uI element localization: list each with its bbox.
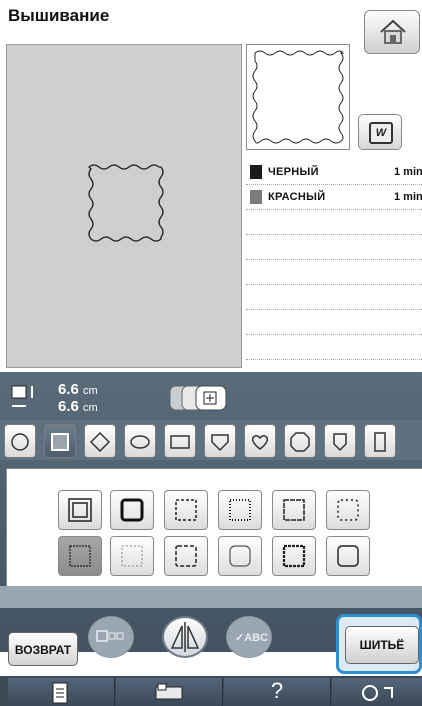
array-icon bbox=[96, 630, 124, 642]
rounded-frame-icon bbox=[229, 545, 251, 567]
stitch-pattern-3[interactable] bbox=[164, 490, 208, 530]
satin-frame-icon bbox=[282, 544, 306, 568]
bumpy-frame-icon bbox=[229, 499, 251, 521]
home-icon bbox=[380, 19, 406, 44]
tab-machine[interactable] bbox=[116, 678, 223, 706]
shape-oval-button[interactable] bbox=[124, 424, 156, 458]
shape-circle-button[interactable] bbox=[4, 424, 36, 458]
mirror-icon bbox=[170, 622, 200, 652]
dotted-frame-icon bbox=[337, 499, 359, 521]
tab-settings[interactable] bbox=[332, 678, 422, 706]
stitch-pattern-5[interactable] bbox=[272, 490, 316, 530]
shape-tall-rect-button[interactable] bbox=[364, 424, 396, 458]
design-thumbnail bbox=[246, 44, 350, 150]
stitch-pattern-11[interactable] bbox=[272, 536, 316, 576]
shape-diamond-button[interactable] bbox=[84, 424, 116, 458]
page-title: Вышивание bbox=[8, 6, 110, 25]
stitch-pattern-4[interactable] bbox=[218, 490, 262, 530]
thumbnail-shape bbox=[252, 50, 345, 144]
dashed-frame-icon bbox=[175, 499, 197, 521]
thread-name: КРАСНЫЙ bbox=[268, 191, 326, 203]
empty-thread-row bbox=[246, 260, 422, 285]
spool-icon bbox=[250, 190, 262, 204]
empty-thread-row bbox=[246, 310, 422, 335]
thread-list: ЧЕРНЫЙ 1 min КРАСНЫЙ 1 min bbox=[246, 160, 422, 360]
thread-time: 1 min bbox=[394, 166, 422, 178]
document-icon bbox=[52, 682, 68, 704]
shape-badge-button[interactable] bbox=[324, 424, 356, 458]
frame-display-button[interactable]: W bbox=[358, 114, 402, 150]
zigzag-frame-icon bbox=[69, 545, 91, 567]
stitch-pattern-8[interactable] bbox=[110, 536, 154, 576]
stitch-pattern-10[interactable] bbox=[218, 536, 262, 576]
empty-thread-row bbox=[246, 335, 422, 360]
size-height: 6.6 bbox=[58, 398, 79, 415]
diamond-icon bbox=[90, 432, 110, 452]
pattern-area-footer bbox=[0, 586, 422, 608]
sewing-machine-icon bbox=[155, 683, 183, 700]
spool-icon bbox=[250, 165, 262, 179]
rectangle-icon bbox=[170, 435, 190, 449]
embroidery-canvas[interactable] bbox=[6, 44, 242, 368]
oval-icon bbox=[130, 435, 150, 449]
thread-name: ЧЕРНЫЙ bbox=[268, 166, 319, 178]
design-preview-shape bbox=[88, 164, 164, 242]
tab-help[interactable]: ? bbox=[224, 678, 331, 706]
shape-heart-button[interactable] bbox=[244, 424, 276, 458]
sew-button[interactable]: ШИТЬЁ bbox=[345, 626, 419, 664]
stitch-pattern-12[interactable] bbox=[326, 536, 370, 576]
tall-rectangle-icon bbox=[374, 432, 386, 452]
stitch-pattern-6[interactable] bbox=[326, 490, 370, 530]
size-icon bbox=[11, 385, 33, 407]
circle-icon bbox=[11, 433, 29, 451]
thick-frame-icon bbox=[120, 498, 144, 522]
abc-label: ✓ABC bbox=[235, 632, 269, 644]
stitch-pattern-1[interactable] bbox=[58, 490, 102, 530]
settings-icon bbox=[362, 685, 393, 701]
light-frame-icon bbox=[121, 545, 143, 567]
size-width: 6.6 bbox=[58, 381, 79, 398]
home-button[interactable] bbox=[364, 10, 420, 54]
help-icon: ? bbox=[270, 678, 284, 703]
empty-thread-row bbox=[246, 210, 422, 235]
layout-toggle-button[interactable] bbox=[168, 384, 230, 412]
shield-icon bbox=[211, 434, 229, 452]
empty-thread-row bbox=[246, 235, 422, 260]
badge-icon bbox=[333, 433, 347, 452]
back-button[interactable]: ВОЗВРАТ bbox=[8, 632, 78, 666]
heart-icon bbox=[251, 435, 269, 450]
sew-button-highlight: ШИТЬЁ bbox=[336, 614, 422, 674]
double-frame-icon bbox=[68, 498, 92, 522]
thread-row: КРАСНЫЙ 1 min bbox=[246, 185, 422, 210]
scallop-frame-icon bbox=[175, 545, 197, 567]
text-check-button[interactable]: ✓ABC bbox=[226, 616, 272, 658]
empty-thread-row bbox=[246, 285, 422, 310]
square-icon bbox=[51, 433, 69, 451]
stitch-frame-icon bbox=[283, 499, 305, 521]
shape-shield-button[interactable] bbox=[204, 424, 236, 458]
hoop-icon: W bbox=[369, 122, 393, 144]
stitch-pattern-9[interactable] bbox=[164, 536, 208, 576]
size-readout: 6.6 cm 6.6 cm bbox=[58, 381, 98, 415]
soft-frame-icon bbox=[337, 545, 359, 567]
stitch-pattern-2[interactable] bbox=[110, 490, 154, 530]
thread-row: ЧЕРНЫЙ 1 min bbox=[246, 160, 422, 185]
stitch-pattern-7-selected[interactable] bbox=[58, 536, 102, 576]
array-button[interactable] bbox=[88, 616, 134, 658]
shape-rectangle-button[interactable] bbox=[164, 424, 196, 458]
tab-document[interactable] bbox=[8, 678, 115, 706]
mirror-button[interactable] bbox=[162, 616, 208, 658]
shape-square-button[interactable] bbox=[44, 424, 76, 458]
thread-time: 1 min bbox=[394, 191, 422, 203]
octagon-icon bbox=[290, 432, 310, 452]
shape-octagon-button[interactable] bbox=[284, 424, 316, 458]
